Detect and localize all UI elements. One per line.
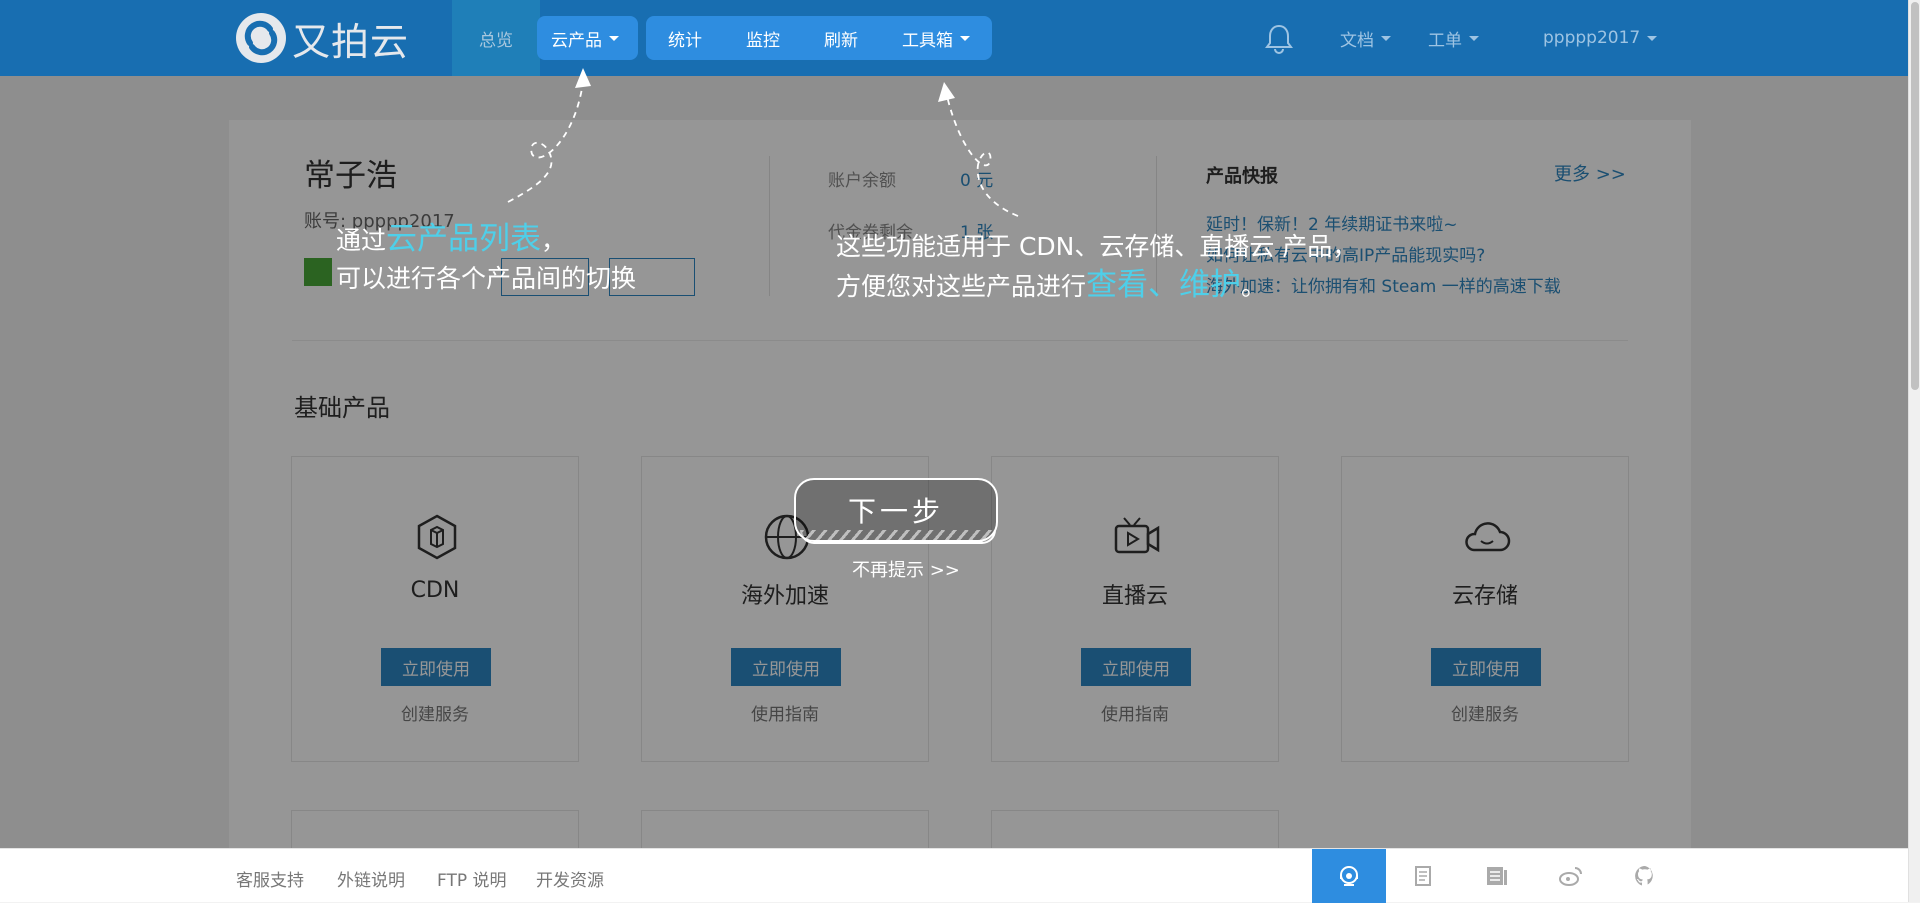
guide-tip-text: ，	[541, 226, 567, 255]
guide-tip-tools: 这些功能适用于 CDN、云存储、直播云 产品， 方便您对这些产品进行查看、维护。	[836, 228, 1357, 306]
guide-tip-highlight: 查看、维护	[1086, 267, 1242, 303]
guide-tip-highlight: 云产品列表	[386, 221, 542, 257]
footer-link-ftp[interactable]: FTP 说明	[437, 866, 507, 891]
weibo-icon[interactable]	[1534, 849, 1608, 903]
document-icon[interactable]	[1386, 849, 1460, 903]
guide-tip-text: 方便您对这些产品进行	[836, 272, 1087, 301]
vertical-scrollbar[interactable]	[1908, 0, 1920, 902]
guide-tip-cloud-products: 通过云产品列表， 可以进行各个产品间的切换	[336, 220, 636, 298]
guide-tip-text: 。	[1241, 272, 1267, 301]
footer-link-dev[interactable]: 开发资源	[536, 866, 604, 891]
guide-tip-text: 通过	[336, 226, 387, 255]
news-icon[interactable]	[1460, 849, 1534, 903]
guide-tip-line: 这些功能适用于 CDN、云存储、直播云 产品，	[836, 232, 1358, 261]
guide-tip-line: 通过云产品列表，	[336, 220, 636, 260]
dont-show-again-link[interactable]: 不再提示 >>	[852, 556, 960, 582]
footer: 客服支持 外链说明 FTP 说明 开发资源	[0, 848, 1908, 903]
guide-tip-line: 方便您对这些产品进行查看、维护。	[836, 266, 1357, 306]
support-icon[interactable]	[1312, 849, 1386, 903]
scrollbar-thumb[interactable]	[1911, 2, 1919, 390]
next-step-button[interactable]: 下一步	[794, 478, 998, 542]
guide-tip-line: 可以进行各个产品间的切换	[336, 264, 637, 293]
github-icon[interactable]	[1608, 849, 1682, 903]
footer-link-external[interactable]: 外链说明	[337, 866, 405, 891]
guide-arrows	[507, 68, 1019, 217]
footer-link-support[interactable]: 客服支持	[236, 866, 304, 891]
